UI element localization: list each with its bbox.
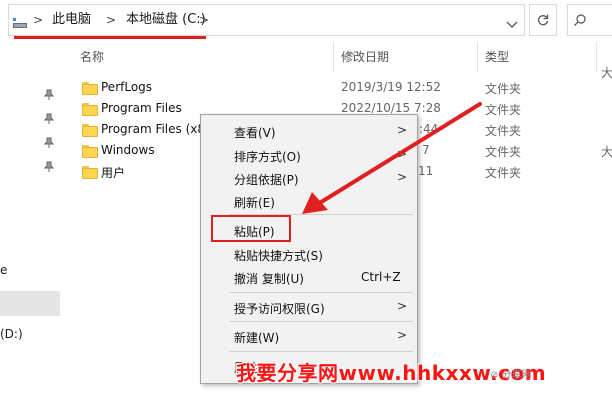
file-size-partial: 大 [601, 145, 612, 159]
menu-item-grant-access[interactable]: 授予访问权限(G) [234, 300, 325, 317]
file-type: 文件夹 [485, 145, 522, 159]
menu-separator [229, 321, 413, 322]
search-input[interactable] [567, 4, 612, 36]
refresh-button[interactable] [529, 4, 557, 36]
folder-icon [82, 103, 98, 116]
file-type: 文件夹 [485, 124, 522, 138]
menu-separator [229, 292, 413, 293]
menu-item-undo-copy[interactable]: 撤消 复制(U) [234, 270, 304, 287]
address-highlight-underline [14, 36, 206, 39]
column-header-type[interactable]: 类型 [485, 48, 509, 65]
menu-item-new[interactable]: 新建(W) [234, 329, 279, 346]
table-row[interactable]: PerfLogs 2019/3/19 12:52 文件夹 大 [76, 66, 612, 99]
column-divider[interactable] [333, 42, 334, 72]
folder-icon [82, 166, 98, 179]
pin-icon[interactable] [43, 137, 55, 151]
nav-item-selected[interactable] [0, 291, 60, 316]
file-name: Program Files [101, 101, 182, 115]
pin-icon[interactable] [43, 89, 55, 103]
nav-item-drive-d[interactable]: (D:) [0, 327, 23, 341]
path-chevron-icon[interactable]: > [199, 5, 209, 35]
menu-item-group[interactable]: 分组依据(P) [234, 171, 299, 188]
folder-icon [82, 124, 98, 137]
menu-item-view[interactable]: 查看(V) [234, 124, 276, 141]
computer-icon [13, 14, 27, 28]
file-date: 2019/3/19 12:52 [341, 80, 441, 94]
submenu-arrow-icon: > [397, 299, 408, 313]
search-icon [574, 14, 586, 26]
breadcrumb-this-pc[interactable]: 此电脑 [52, 5, 91, 35]
file-name: 用户 [101, 166, 126, 180]
path-chevron-icon[interactable]: > [106, 5, 116, 35]
annotation-arrow-icon [302, 102, 482, 214]
menu-item-paste[interactable]: 粘贴(P) [234, 223, 275, 240]
submenu-arrow-icon: > [397, 328, 408, 342]
column-divider[interactable] [477, 42, 478, 72]
menu-item-refresh[interactable]: 刷新(E) [234, 194, 275, 211]
refresh-icon [537, 14, 549, 26]
folder-icon [82, 82, 98, 95]
file-name: PerfLogs [101, 80, 153, 94]
file-type: 文件夹 [485, 82, 522, 96]
nav-item-partial[interactable]: e [0, 263, 7, 277]
menu-item-paste-shortcut[interactable]: 粘贴快捷方式(S) [234, 247, 323, 264]
watermark-small: ⊘ 分享网 [490, 370, 532, 381]
folder-icon [82, 145, 98, 158]
pin-icon[interactable] [43, 161, 55, 175]
file-type: 文件夹 [485, 103, 522, 117]
breadcrumb-local-disk[interactable]: 本地磁盘 (C:) [126, 5, 206, 35]
file-name: Program Files (x8 [101, 122, 206, 136]
pin-icon[interactable] [43, 113, 55, 127]
path-chevron-icon[interactable]: > [33, 5, 43, 35]
address-bar[interactable]: > 此电脑 > 本地磁盘 (C:) > [8, 4, 525, 36]
undo-shortcut-label: Ctrl+Z [361, 270, 401, 284]
file-name: Windows [101, 143, 155, 157]
menu-separator [229, 351, 413, 352]
chevron-up-icon [346, 42, 356, 57]
chevron-down-icon[interactable] [505, 15, 519, 28]
column-divider[interactable] [596, 42, 597, 72]
column-header-name[interactable]: 名称 [80, 48, 104, 65]
file-size-partial: 大 [601, 66, 612, 80]
file-type: 文件夹 [485, 166, 522, 180]
